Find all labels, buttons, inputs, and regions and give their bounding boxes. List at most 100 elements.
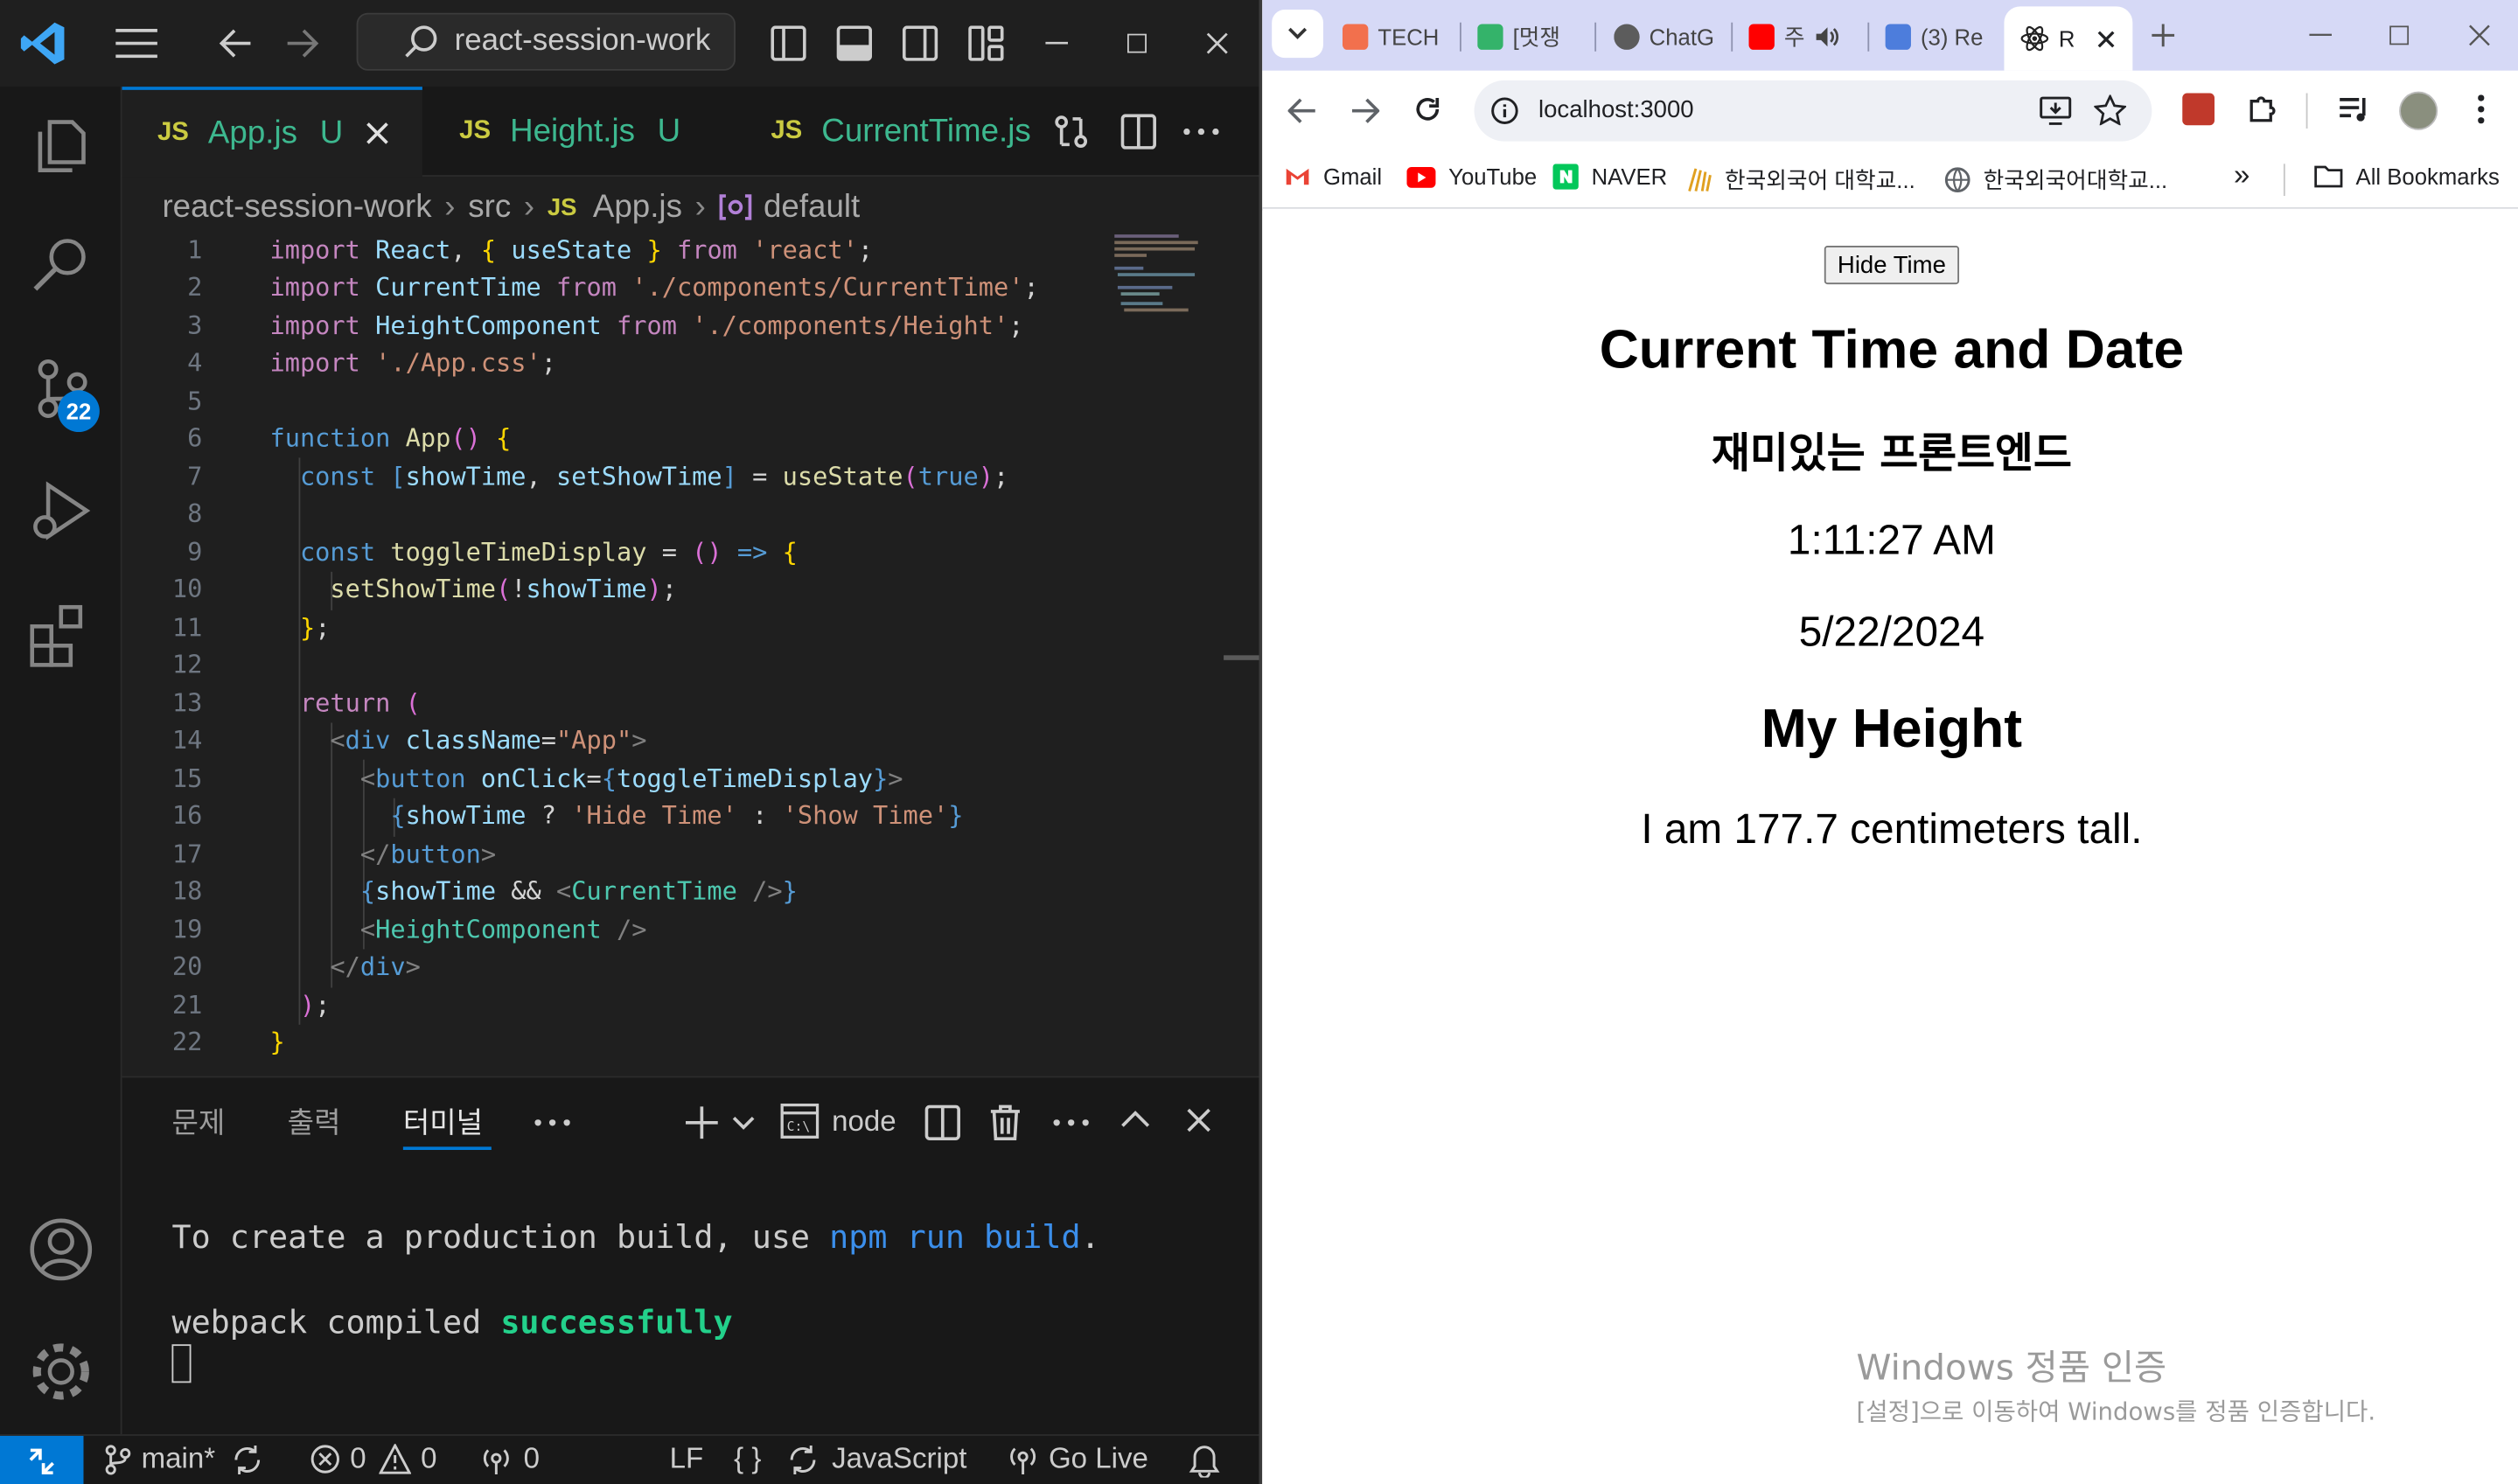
close-panel-icon[interactable] bbox=[1187, 1108, 1211, 1132]
tab-output[interactable]: 출력 bbox=[288, 1100, 341, 1142]
browser-tab[interactable]: TECH bbox=[1342, 10, 1455, 64]
media-controls-icon[interactable] bbox=[2338, 94, 2370, 123]
go-live-button[interactable]: Go Live bbox=[1007, 1442, 1148, 1476]
bookmark-hufs-2[interactable]: 한국외국어대학교... bbox=[1944, 164, 2167, 196]
line-number: 8 bbox=[187, 499, 203, 529]
js-file-icon: JS bbox=[459, 117, 492, 145]
more-bookmarks-button[interactable]: » bbox=[2234, 159, 2249, 193]
back-arrow-icon[interactable] bbox=[219, 25, 254, 60]
files-icon bbox=[38, 120, 86, 172]
close-window-icon[interactable] bbox=[1206, 32, 1229, 55]
extensions-puzzle-icon[interactable] bbox=[2247, 94, 2279, 126]
more-tabs-icon[interactable] bbox=[534, 1119, 570, 1126]
line-number: 19 bbox=[171, 914, 203, 944]
terminal-output[interactable]: To create a production build, use npm ru… bbox=[122, 1174, 1259, 1432]
problems-indicator[interactable]: 0 0 bbox=[310, 1442, 436, 1476]
tab-problems[interactable]: 문제 bbox=[171, 1100, 225, 1142]
breadcrumb-file[interactable]: App.js bbox=[593, 189, 682, 226]
tab-app-js[interactable]: JS App.js U bbox=[122, 87, 422, 178]
hide-time-button[interactable]: Hide Time bbox=[1824, 245, 1959, 285]
terminal-selector[interactable]: C:\ node bbox=[780, 1103, 896, 1139]
install-app-icon[interactable] bbox=[2040, 96, 2072, 125]
command-center-search[interactable]: react-session-work bbox=[356, 12, 736, 71]
vscode-title-bar: react-session-work bbox=[0, 0, 1259, 87]
all-bookmarks-button[interactable]: All Bookmarks bbox=[2314, 164, 2500, 190]
scrollbar[interactable] bbox=[1224, 655, 1259, 660]
language-status-indicator[interactable]: { } bbox=[734, 1442, 761, 1476]
extensions-button[interactable] bbox=[23, 595, 100, 672]
breadcrumb-src[interactable]: src bbox=[468, 189, 511, 226]
browser-tab[interactable]: 주 bbox=[1748, 10, 1865, 64]
customize-layout-icon[interactable] bbox=[968, 25, 1004, 61]
maximize-icon[interactable] bbox=[2389, 25, 2410, 45]
split-terminal-icon[interactable] bbox=[924, 1104, 960, 1140]
line-code: </div> bbox=[330, 952, 421, 982]
bookmarks-bar: Gmail YouTube NAVER 한국외국어 대학교... 한국외국어대학… bbox=[1262, 150, 2518, 209]
run-debug-button[interactable] bbox=[23, 472, 100, 549]
svg-text:C:\: C:\ bbox=[787, 1119, 811, 1134]
minimap[interactable] bbox=[1112, 231, 1227, 327]
extension-icon[interactable] bbox=[2182, 93, 2215, 126]
bookmark-hufs-1[interactable]: 한국외국어 대학교... bbox=[1686, 164, 1915, 196]
close-tab-icon[interactable] bbox=[2097, 30, 2115, 47]
bookmark-youtube[interactable]: YouTube bbox=[1406, 164, 1537, 190]
reload-icon[interactable] bbox=[1413, 94, 1442, 123]
tab-currenttime-js[interactable]: JS CurrentTime.js bbox=[736, 87, 1041, 177]
open-changes-icon[interactable] bbox=[1053, 114, 1088, 149]
new-terminal-icon[interactable] bbox=[684, 1105, 719, 1140]
more-actions-icon[interactable] bbox=[1053, 1119, 1089, 1126]
audio-playing-icon[interactable] bbox=[1815, 25, 1840, 48]
close-window-icon[interactable] bbox=[2468, 24, 2491, 47]
toggle-secondary-sidebar-icon[interactable] bbox=[902, 25, 938, 61]
bookmark-star-icon[interactable] bbox=[2094, 94, 2126, 126]
trash-icon[interactable] bbox=[989, 1104, 1022, 1142]
code-editor[interactable]: 1 import React, { useState } from 'react'… bbox=[122, 231, 1259, 1076]
current-date: 5/22/2024 bbox=[1798, 607, 1985, 656]
bookmark-gmail[interactable]: Gmail bbox=[1285, 164, 1382, 190]
line-code: <div className="App"> bbox=[330, 726, 647, 756]
maximize-icon[interactable] bbox=[1126, 33, 1147, 53]
forward-arrow-icon[interactable] bbox=[284, 25, 319, 60]
toggle-primary-sidebar-icon[interactable] bbox=[771, 25, 806, 61]
chrome-menu-icon[interactable] bbox=[2478, 94, 2485, 124]
sync-icon[interactable] bbox=[231, 1443, 263, 1475]
browser-tab[interactable]: (3) Re bbox=[1885, 10, 2001, 64]
toggle-panel-icon[interactable] bbox=[836, 25, 873, 61]
minimize-icon[interactable] bbox=[2309, 33, 2333, 38]
explorer-button[interactable] bbox=[23, 106, 100, 183]
terminal-icon: C:\ bbox=[780, 1103, 820, 1139]
browser-tab[interactable]: ChatG bbox=[1614, 10, 1726, 64]
language-mode-indicator[interactable]: JavaScript bbox=[787, 1442, 966, 1476]
breadcrumb-symbol[interactable]: default bbox=[764, 189, 860, 226]
back-arrow-icon[interactable] bbox=[1287, 96, 1317, 125]
forward-arrow-icon[interactable] bbox=[1350, 96, 1380, 125]
line-code: </button> bbox=[359, 839, 497, 868]
manage-button[interactable] bbox=[23, 1333, 100, 1410]
source-control-button[interactable]: 22 bbox=[23, 350, 100, 433]
site-info-icon[interactable] bbox=[1490, 96, 1519, 125]
tab-height-js[interactable]: JS Height.js U bbox=[424, 87, 733, 177]
ports-indicator[interactable]: 0 bbox=[478, 1442, 540, 1476]
minimize-icon[interactable] bbox=[1045, 41, 1069, 45]
remote-indicator[interactable] bbox=[0, 1435, 84, 1484]
bell-icon[interactable] bbox=[1189, 1444, 1221, 1478]
branch-indicator[interactable]: main* bbox=[103, 1442, 264, 1476]
close-tab-icon[interactable] bbox=[366, 122, 388, 145]
eol-indicator[interactable]: LF bbox=[670, 1442, 704, 1476]
new-tab-icon[interactable] bbox=[2151, 23, 2176, 48]
maximize-panel-icon[interactable] bbox=[1121, 1110, 1150, 1127]
split-editor-icon[interactable] bbox=[1120, 114, 1156, 150]
tab-search-button[interactable] bbox=[1272, 10, 1323, 59]
accounts-button[interactable] bbox=[23, 1211, 100, 1288]
more-actions-icon[interactable] bbox=[1183, 128, 1219, 136]
bookmark-naver[interactable]: NAVER bbox=[1552, 164, 1667, 190]
profile-avatar[interactable] bbox=[2399, 91, 2438, 130]
tab-terminal[interactable]: 터미널 bbox=[403, 1100, 483, 1142]
breadcrumb-folder[interactable]: react-session-work bbox=[162, 189, 431, 226]
active-browser-tab[interactable]: R bbox=[2004, 6, 2133, 71]
chevron-down-icon[interactable] bbox=[732, 1116, 755, 1131]
address-bar[interactable]: localhost:3000 bbox=[1474, 80, 2152, 142]
browser-tab[interactable]: [멋쟁 bbox=[1477, 10, 1590, 64]
menu-icon[interactable] bbox=[115, 27, 157, 59]
search-view-button[interactable] bbox=[23, 228, 100, 305]
